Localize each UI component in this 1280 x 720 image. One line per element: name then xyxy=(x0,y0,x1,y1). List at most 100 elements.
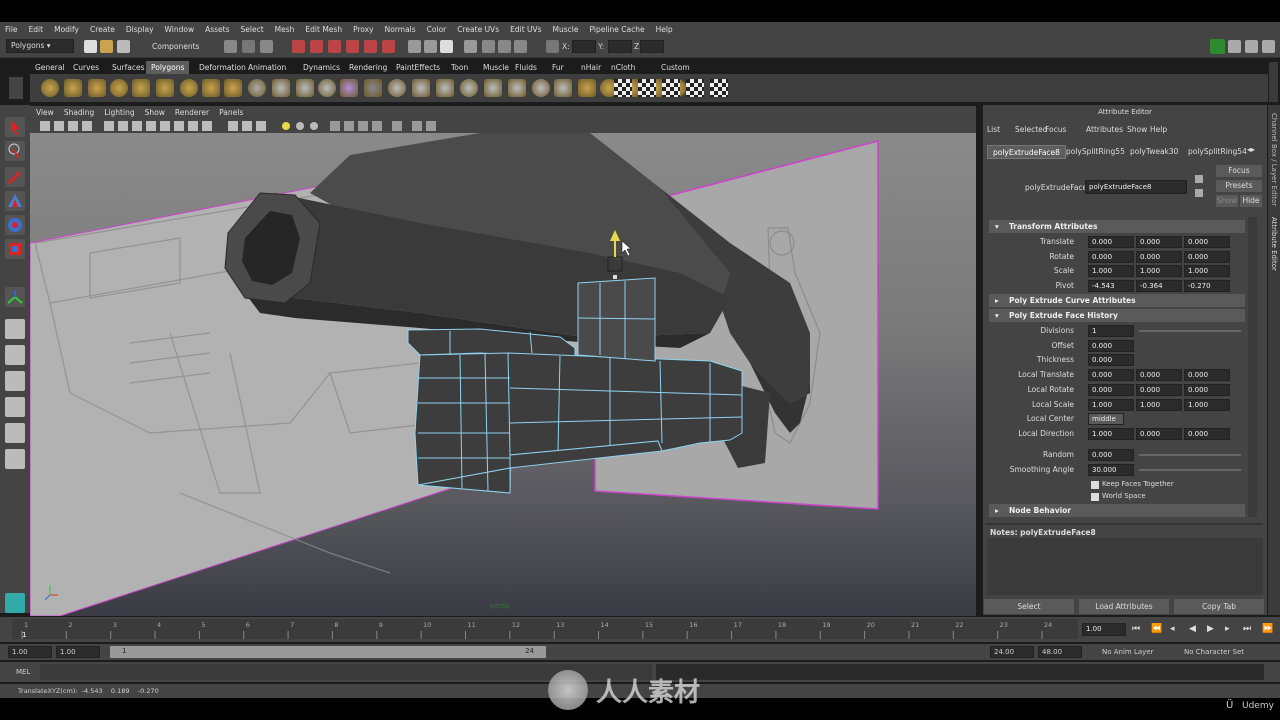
absolute-transform-icon[interactable] xyxy=(546,40,559,53)
layout-toggle-icon[interactable] xyxy=(1262,40,1275,53)
shelf-tab-custom[interactable]: Custom xyxy=(656,61,695,74)
menu-assets[interactable]: Assets xyxy=(205,25,229,34)
load-attributes-button[interactable]: Load Attributes xyxy=(1079,599,1169,614)
shelf-tab-polygons[interactable]: Polygons xyxy=(146,61,190,74)
split-icon[interactable] xyxy=(508,79,526,97)
snap-plane-icon[interactable] xyxy=(346,40,359,53)
fill-hole-icon[interactable] xyxy=(436,79,454,97)
menu-muscle[interactable]: Muscle xyxy=(553,25,579,34)
boolean-icon[interactable] xyxy=(364,79,382,97)
extract-icon[interactable] xyxy=(318,79,336,97)
attribute-editor-tab[interactable]: Attribute Editor xyxy=(1270,217,1278,271)
viewport-menu-view[interactable]: View xyxy=(36,108,54,117)
render-view-icon[interactable] xyxy=(464,40,477,53)
checker-b-icon[interactable] xyxy=(638,79,656,97)
menu-create[interactable]: Create xyxy=(90,25,115,34)
local-center-field[interactable]: middle xyxy=(1088,413,1124,426)
input-ops-icon[interactable] xyxy=(424,40,437,53)
shelf-tab-ncloth[interactable]: nCloth xyxy=(606,61,640,74)
mirror-icon[interactable] xyxy=(412,79,430,97)
checker-d-icon[interactable] xyxy=(686,79,704,97)
history-icon[interactable] xyxy=(408,40,421,53)
step-back-key-icon[interactable]: ⏪ xyxy=(1151,624,1162,634)
cone-icon[interactable] xyxy=(110,79,128,97)
local-scale-field[interactable]: 1.000 xyxy=(1088,398,1134,411)
menu-select[interactable]: Select xyxy=(241,25,264,34)
snap-point-icon[interactable] xyxy=(328,40,341,53)
plane-icon[interactable] xyxy=(132,79,150,97)
rotate-tool-icon[interactable] xyxy=(5,215,25,235)
attr-menu-help[interactable]: Help xyxy=(1150,125,1167,134)
divisions-field[interactable]: 1 xyxy=(1088,325,1134,337)
local-direction-field[interactable]: 0.000 xyxy=(1184,427,1230,440)
shelf-menu-icon[interactable] xyxy=(9,77,23,99)
thickness-field[interactable]: 0.000 xyxy=(1088,354,1134,367)
tab-scroll-arrows[interactable]: ◂▸ xyxy=(1247,145,1263,159)
outliner-layout-icon[interactable] xyxy=(5,371,25,391)
range-start-field[interactable]: 1.00 xyxy=(56,646,100,658)
menu-help[interactable]: Help xyxy=(656,25,673,34)
uv-snapshot-icon[interactable] xyxy=(710,79,728,97)
shelf-tab-surfaces[interactable]: Surfaces xyxy=(107,61,149,74)
make-hole-icon[interactable] xyxy=(460,79,478,97)
combine-icon[interactable] xyxy=(272,79,290,97)
rotate-field[interactable]: 0.000 xyxy=(1088,250,1134,263)
select-hierarchy-icon[interactable] xyxy=(224,40,237,53)
shelf-scroll[interactable] xyxy=(1269,62,1278,102)
step-forward-key-icon[interactable]: ⏩ xyxy=(1262,624,1273,634)
torus-icon[interactable] xyxy=(156,79,174,97)
viewport-menu-show[interactable]: Show xyxy=(145,108,165,117)
cylinder-icon[interactable] xyxy=(88,79,106,97)
snap-grid-icon[interactable] xyxy=(292,40,305,53)
poly-extrude-curve-section[interactable]: ▸ Poly Extrude Curve Attributes xyxy=(989,294,1245,307)
snap-surface-icon[interactable] xyxy=(364,40,377,53)
pivot-field[interactable]: -0.270 xyxy=(1184,280,1230,293)
current-frame-field[interactable]: 1.00 xyxy=(1082,623,1126,636)
append-icon[interactable] xyxy=(484,79,502,97)
z-field[interactable] xyxy=(640,40,664,53)
shelf-tab-muscle[interactable]: Muscle xyxy=(478,61,514,74)
attribute-editor-toggle-icon[interactable] xyxy=(1228,40,1241,53)
viewport-menu-panels[interactable]: Panels xyxy=(219,108,243,117)
transform-attributes-section[interactable]: ▾ Transform Attributes xyxy=(989,220,1245,233)
viewport-menu-renderer[interactable]: Renderer xyxy=(175,108,209,117)
menu-proxy[interactable]: Proxy xyxy=(353,25,374,34)
snap-curve-icon[interactable] xyxy=(310,40,323,53)
menu-file[interactable]: File xyxy=(5,25,18,34)
move-tool-icon[interactable] xyxy=(5,191,25,211)
open-scene-icon[interactable] xyxy=(100,40,113,53)
manipulator-icon[interactable] xyxy=(5,287,25,307)
smooth-icon[interactable] xyxy=(340,79,358,97)
ipr-render-icon[interactable] xyxy=(498,40,511,53)
graph-layout-icon[interactable] xyxy=(5,397,25,417)
menu-modify[interactable]: Modify xyxy=(54,25,79,34)
menu-normals[interactable]: Normals xyxy=(385,25,416,34)
four-pane-layout-icon[interactable] xyxy=(5,345,25,365)
select-tool-icon[interactable] xyxy=(5,117,25,137)
lasso-tool-icon[interactable] xyxy=(5,141,25,161)
translate-field[interactable]: 0.000 xyxy=(1136,236,1182,248)
menu-edit-uvs[interactable]: Edit UVs xyxy=(510,25,541,34)
show-button[interactable]: Show xyxy=(1216,195,1238,207)
local-direction-field[interactable]: 0.000 xyxy=(1136,427,1182,440)
separate-icon[interactable] xyxy=(296,79,314,97)
attr-menu-selected[interactable]: Selected xyxy=(1015,125,1048,134)
viewport-scene[interactable]: persp xyxy=(30,132,976,616)
shelf-tab-dynamics[interactable]: Dynamics xyxy=(298,61,345,74)
divisions-slider[interactable] xyxy=(1139,330,1241,332)
local-translate-field[interactable]: 0.000 xyxy=(1088,369,1134,382)
sphere-icon[interactable] xyxy=(41,79,59,97)
range-end-field[interactable]: 24.00 xyxy=(990,646,1034,658)
select-object-icon[interactable] xyxy=(242,40,255,53)
local-rotate-field[interactable]: 0.000 xyxy=(1136,383,1182,396)
output-connection-icon[interactable] xyxy=(1195,189,1203,197)
magnet-icon[interactable] xyxy=(382,40,395,53)
paint-select-icon[interactable] xyxy=(5,167,25,187)
hypershade-layout-icon[interactable] xyxy=(5,423,25,443)
random-slider[interactable] xyxy=(1139,454,1241,456)
notes-field[interactable] xyxy=(987,538,1263,595)
average-icon[interactable] xyxy=(388,79,406,97)
menu-create-uvs[interactable]: Create UVs xyxy=(457,25,499,34)
translate-field[interactable]: 0.000 xyxy=(1184,236,1230,248)
output-ops-icon[interactable] xyxy=(440,40,453,53)
